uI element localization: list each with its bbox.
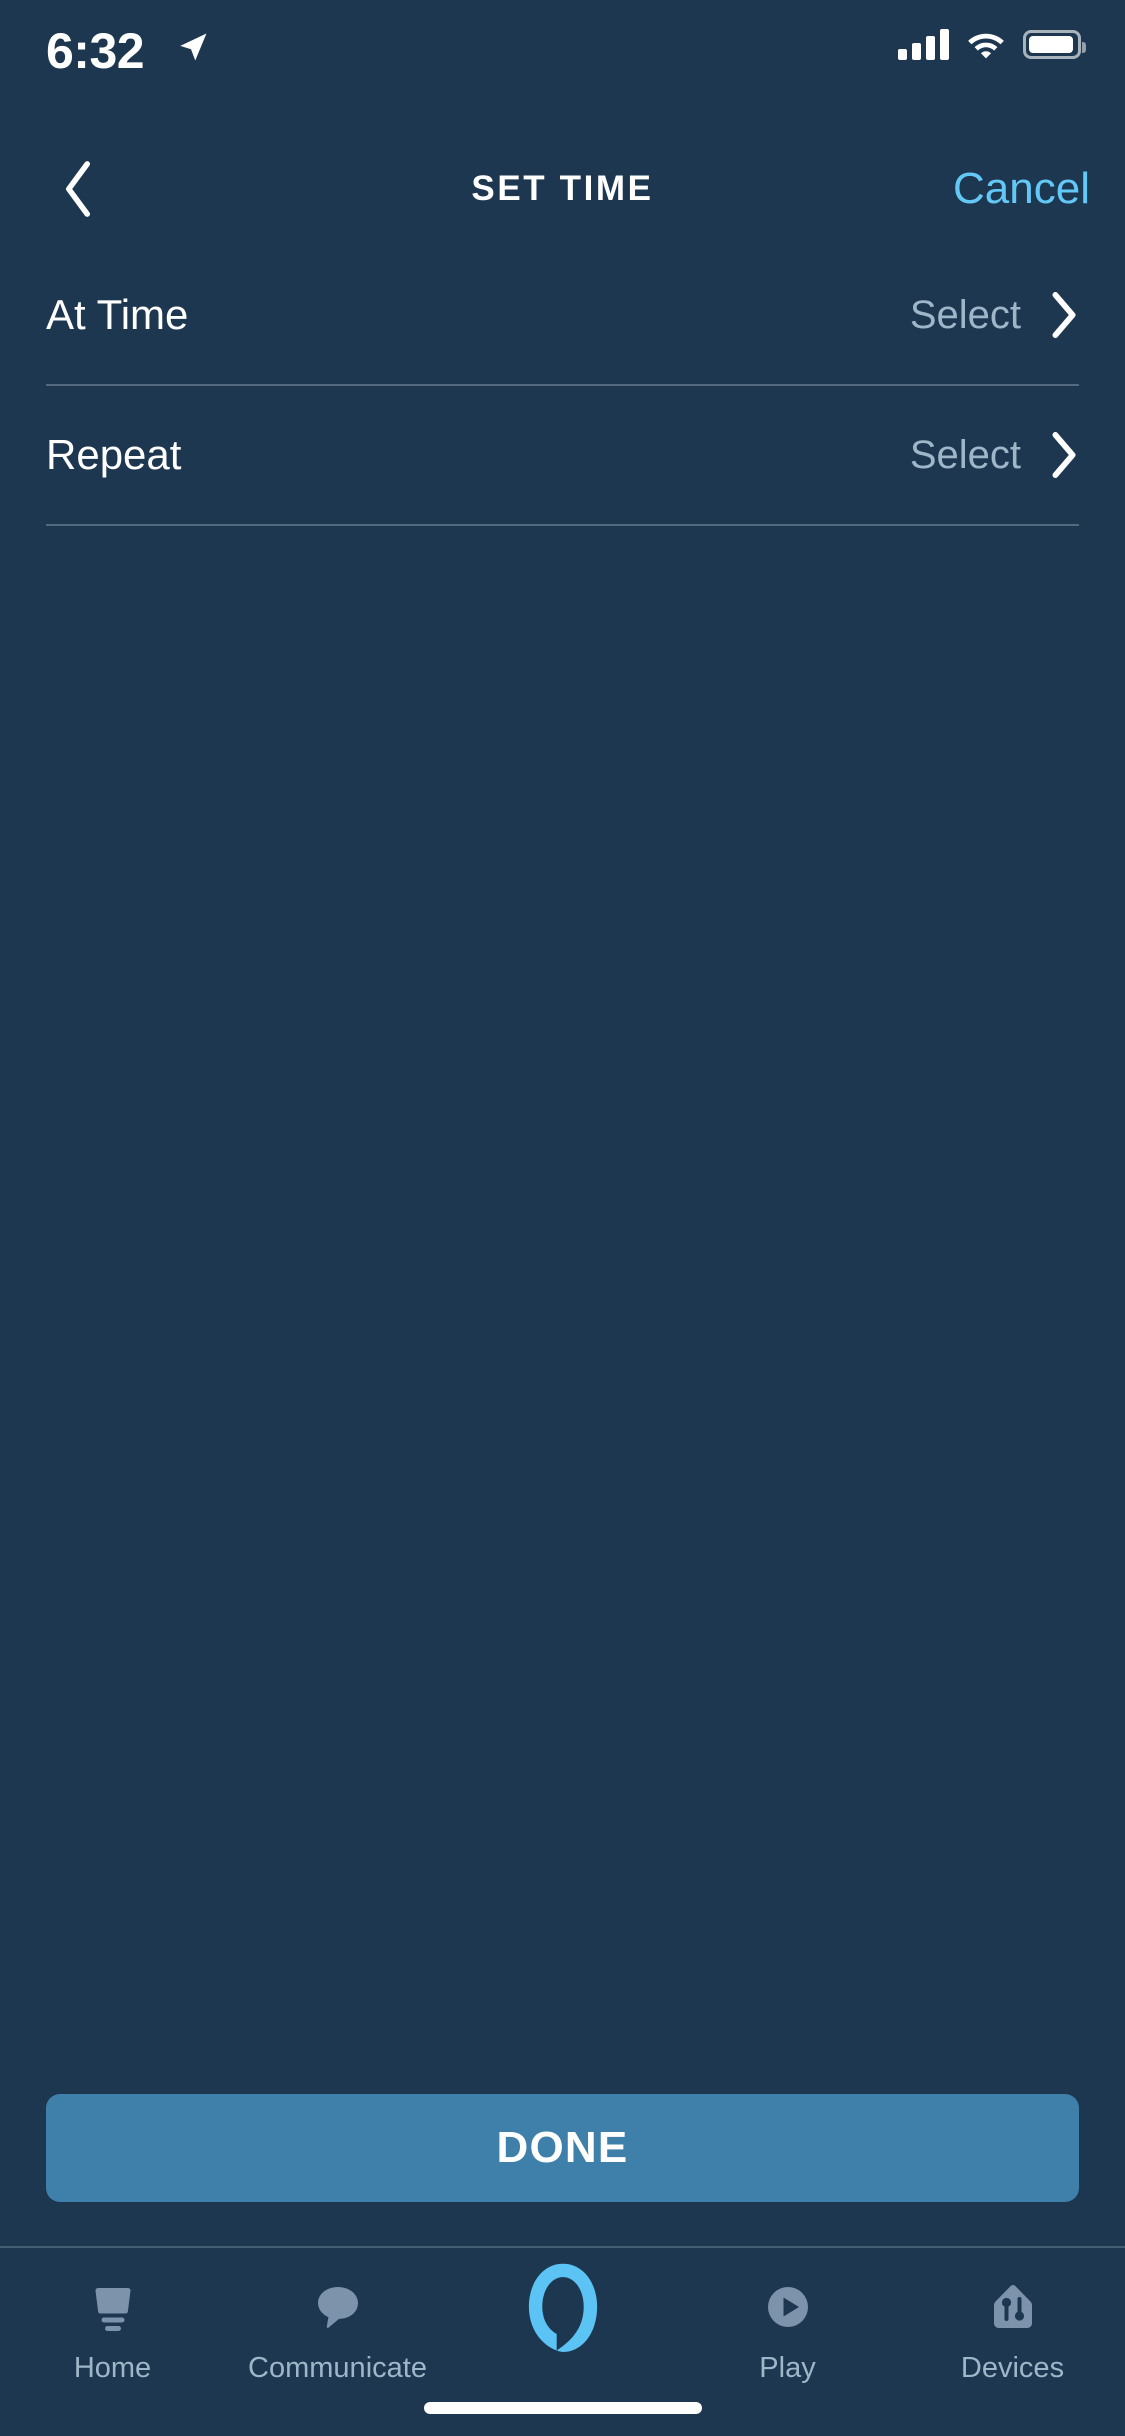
tab-devices[interactable]: Devices bbox=[900, 2270, 1125, 2383]
tab-communicate[interactable]: Communicate bbox=[225, 2270, 450, 2383]
home-indicator[interactable] bbox=[423, 2402, 702, 2414]
settings-list: At Time Select Repeat Select bbox=[0, 246, 1125, 2094]
alexa-ring-icon bbox=[525, 2260, 601, 2356]
list-item-value: Select bbox=[909, 292, 1021, 337]
list-item-trailing: Select bbox=[910, 292, 1079, 338]
status-bar-icons bbox=[898, 28, 1086, 60]
tab-label: Home bbox=[73, 2352, 152, 2384]
tab-alexa[interactable] bbox=[450, 2263, 675, 2366]
battery-icon bbox=[1023, 29, 1086, 59]
devices-house-icon bbox=[987, 2270, 1039, 2344]
chevron-right-icon bbox=[1052, 292, 1076, 338]
speech-bubble-icon bbox=[312, 2270, 364, 2344]
app-screen: 6:32 SET TIME Cancel At Time Select Repe… bbox=[0, 0, 1125, 2436]
list-item-label: Repeat bbox=[46, 431, 182, 478]
chevron-right-icon bbox=[1052, 432, 1076, 478]
location-arrow-icon bbox=[180, 33, 207, 61]
tab-label: Devices bbox=[960, 2352, 1065, 2384]
cancel-button[interactable]: Cancel bbox=[953, 132, 1090, 246]
status-bar-time: 6:32 bbox=[46, 23, 145, 79]
list-item-value: Select bbox=[909, 432, 1021, 477]
tab-label: Communicate bbox=[248, 2352, 427, 2384]
tab-label: Play bbox=[759, 2352, 816, 2384]
done-button[interactable]: DONE bbox=[46, 2094, 1079, 2202]
nav-bar: SET TIME Cancel bbox=[0, 132, 1125, 246]
home-icon bbox=[87, 2270, 139, 2344]
cellular-signal-icon bbox=[898, 28, 949, 60]
list-item-label: At Time bbox=[46, 291, 189, 338]
list-divider bbox=[46, 524, 1079, 526]
footer-actions: DONE bbox=[0, 2094, 1125, 2202]
wifi-icon bbox=[968, 33, 1004, 59]
tab-play[interactable]: Play bbox=[675, 2270, 900, 2383]
tab-home[interactable]: Home bbox=[0, 2270, 225, 2383]
status-bar: 6:32 bbox=[0, 0, 1125, 132]
list-item-repeat[interactable]: Repeat Select bbox=[46, 386, 1079, 524]
play-circle-icon bbox=[762, 2270, 814, 2344]
list-item-at-time[interactable]: At Time Select bbox=[46, 246, 1079, 384]
list-item-trailing: Select bbox=[910, 432, 1079, 478]
